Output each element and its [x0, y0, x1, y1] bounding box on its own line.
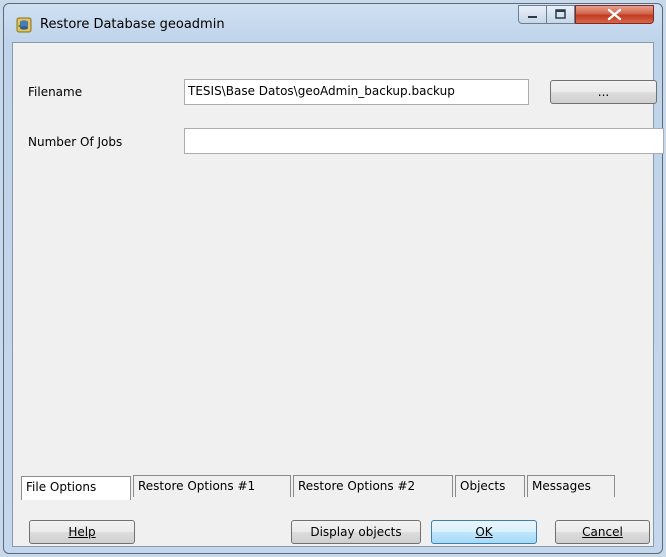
maximize-button[interactable] — [546, 5, 575, 24]
help-button-label: Help — [68, 525, 96, 539]
number-of-jobs-field[interactable] — [184, 128, 664, 154]
dialog-client-area: Filename TESIS\Base Datos\geoAdmin_backu… — [12, 42, 664, 547]
file-options-panel: Filename TESIS\Base Datos\geoAdmin_backu… — [23, 58, 664, 478]
title-bar[interactable]: Restore Database geoadmin — [4, 4, 662, 42]
ok-button-label: OK — [475, 525, 493, 539]
tab-objects[interactable]: Objects — [455, 475, 525, 497]
database-restore-icon — [16, 17, 32, 33]
tab-restore-options-1[interactable]: Restore Options #1 — [133, 475, 291, 497]
window-title: Restore Database geoadmin — [40, 17, 225, 32]
help-button[interactable]: Help — [29, 520, 135, 544]
minimize-button[interactable] — [518, 5, 547, 24]
tab-file-options[interactable]: File Options — [21, 476, 131, 500]
minimize-icon — [528, 16, 537, 18]
ok-button[interactable]: OK — [431, 520, 537, 544]
tab-restore-options-2[interactable]: Restore Options #2 — [293, 475, 453, 497]
filename-label: Filename — [28, 85, 83, 99]
display-objects-button[interactable]: Display objects — [291, 520, 421, 544]
cancel-button[interactable]: Cancel — [555, 520, 650, 544]
cancel-button-label: Cancel — [582, 525, 623, 539]
tab-messages[interactable]: Messages — [527, 475, 615, 497]
close-icon — [607, 8, 622, 21]
maximize-icon — [555, 9, 566, 19]
browse-button[interactable]: ... — [550, 80, 657, 104]
number-of-jobs-label: Number Of Jobs — [28, 135, 123, 149]
display-objects-button-label: Display objects — [310, 525, 402, 539]
restore-database-dialog: Restore Database geoadmin Filename TESIS… — [3, 3, 664, 554]
close-button[interactable] — [575, 5, 654, 24]
filename-field[interactable]: TESIS\Base Datos\geoAdmin_backup.backup — [184, 79, 529, 105]
